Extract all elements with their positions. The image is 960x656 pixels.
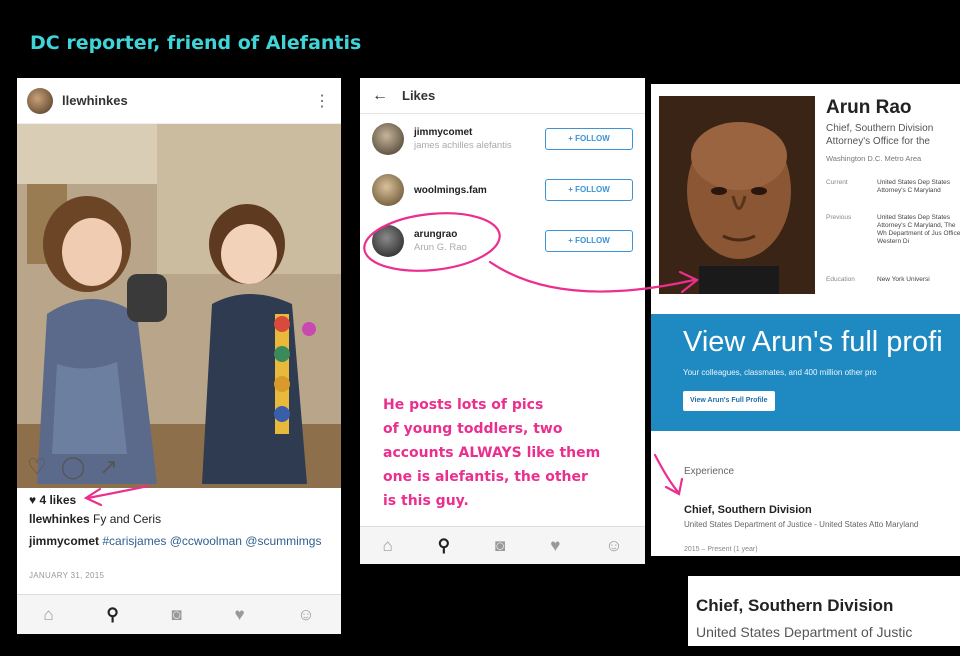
education-label: Education xyxy=(826,276,855,283)
follow-button[interactable]: + FOLLOW xyxy=(545,179,633,201)
like-fullname: james achilles alefantis xyxy=(414,140,512,151)
home-icon[interactable]: ⌂ xyxy=(43,605,53,625)
heart-filled-icon: ♥ xyxy=(29,493,37,507)
search-icon[interactable]: ⚲ xyxy=(106,605,118,625)
list-item: arungrao Arun G. Rao + FOLLOW xyxy=(360,216,645,266)
annotation-line: accounts ALWAYS like them xyxy=(383,445,601,461)
bottom-nav: ⌂ ⚲ ◙ ♥ ☺ xyxy=(17,594,341,634)
profile-headline: Chief, Southern Division Attorney's Offi… xyxy=(826,122,960,148)
profile-name: Arun Rao xyxy=(826,97,912,118)
annotation-line: of young toddlers, two xyxy=(383,421,563,437)
likes-label[interactable]: 4 likes xyxy=(39,493,76,507)
headline-line: Chief, Southern Division xyxy=(826,123,934,134)
profile-icon[interactable]: ☺ xyxy=(297,605,314,625)
camera-icon[interactable]: ◙ xyxy=(495,536,505,556)
home-icon[interactable]: ⌂ xyxy=(382,536,392,556)
like-username[interactable]: arungrao xyxy=(414,229,545,240)
toddlers-photo-illustration xyxy=(17,124,341,488)
back-arrow-icon[interactable]: ← xyxy=(372,87,388,105)
experience-title[interactable]: Chief, Southern Division xyxy=(684,504,812,516)
post-comment: jimmycomet #carisjames @ccwoolman @scumm… xyxy=(29,533,329,550)
avatar[interactable] xyxy=(372,123,404,155)
linkedin-profile-panel: Arun Rao Chief, Southern Division Attorn… xyxy=(651,84,960,556)
like-names: woolmings.fam xyxy=(414,185,545,196)
like-names: jimmycomet james achilles alefantis xyxy=(414,127,545,151)
post-actions: ♡ ◯ ↗ xyxy=(27,454,118,480)
avatar[interactable] xyxy=(372,225,404,257)
banner-text: Your colleagues, classmates, and 400 mil… xyxy=(683,368,877,377)
profile-photo xyxy=(659,96,815,294)
zoomed-title-panel: Chief, Southern Division United States D… xyxy=(688,576,960,646)
post-header: llewhinkes ⋮ xyxy=(17,78,341,124)
profile-photo-illustration xyxy=(659,96,815,294)
camera-icon[interactable]: ◙ xyxy=(171,605,181,625)
heart-icon[interactable]: ♥ xyxy=(550,536,560,556)
caption-username[interactable]: llewhinkes xyxy=(29,512,90,526)
likes-count[interactable]: ♥ 4 likes xyxy=(29,493,76,507)
annotation-line: is this guy. xyxy=(383,493,469,509)
profile-location: Washington D.C. Metro Area xyxy=(826,154,922,163)
post-photo[interactable] xyxy=(17,124,341,488)
current-value[interactable]: United States Dep States Attorney's C Ma… xyxy=(877,179,960,195)
zoom-org: United States Department of Justic xyxy=(696,624,913,640)
like-username[interactable]: woolmings.fam xyxy=(414,185,545,196)
post-date: JANUARY 31, 2015 xyxy=(29,571,105,580)
comment-username[interactable]: jimmycomet xyxy=(29,534,99,548)
post-caption: llewhinkes Fy and Ceris xyxy=(29,512,161,526)
follow-button[interactable]: + FOLLOW xyxy=(545,128,633,150)
annotation-line: He posts lots of pics xyxy=(383,397,544,413)
education-value[interactable]: New York Universi xyxy=(877,276,960,284)
current-label: Current xyxy=(826,179,848,186)
list-item: jimmycomet james achilles alefantis + FO… xyxy=(360,114,645,164)
likes-header: ← Likes xyxy=(360,78,645,114)
more-options-icon[interactable]: ⋮ xyxy=(313,91,331,111)
banner-heading: View Arun's full profi xyxy=(683,326,943,358)
list-item: woolmings.fam + FOLLOW xyxy=(360,165,645,215)
experience-org[interactable]: United States Department of Justice - Un… xyxy=(684,520,960,530)
previous-label: Previous xyxy=(826,214,852,221)
headline-line: Attorney's Office for the xyxy=(826,136,930,147)
search-icon[interactable]: ⚲ xyxy=(438,536,450,556)
annotation-text: He posts lots of pics of young toddlers,… xyxy=(383,393,633,513)
previous-value[interactable]: United States Dep States Attorney's C Ma… xyxy=(877,214,960,246)
heart-icon[interactable]: ♡ xyxy=(27,454,47,480)
like-username[interactable]: jimmycomet xyxy=(414,127,545,138)
heart-icon[interactable]: ♥ xyxy=(234,605,244,625)
share-icon[interactable]: ↗ xyxy=(99,454,117,480)
follow-button[interactable]: + FOLLOW xyxy=(545,230,633,252)
bottom-nav: ⌂ ⚲ ◙ ♥ ☺ xyxy=(360,526,645,564)
annotation-line: one is alefantis, the other xyxy=(383,469,588,485)
caption-text: Fy and Ceris xyxy=(93,512,162,526)
slide-title: DC reporter, friend of Alefantis xyxy=(30,32,362,54)
avatar[interactable] xyxy=(372,174,404,206)
profile-icon[interactable]: ☺ xyxy=(605,536,622,556)
post-username[interactable]: llewhinkes xyxy=(62,93,313,108)
likes-title: Likes xyxy=(402,88,436,103)
view-full-profile-button[interactable]: View Arun's Full Profile xyxy=(683,391,775,411)
full-profile-banner: View Arun's full profi Your colleagues, … xyxy=(651,314,960,431)
comment-icon[interactable]: ◯ xyxy=(61,454,86,480)
zoom-title: Chief, Southern Division xyxy=(696,596,894,615)
experience-date: 2015 – Present (1 year) xyxy=(684,546,758,553)
instagram-post-panel: llewhinkes ⋮ ♡ ◯ ↗ ♥ 4 likes llewhinkes … xyxy=(17,78,341,634)
avatar[interactable] xyxy=(27,87,53,114)
experience-heading: Experience xyxy=(684,466,735,477)
like-fullname: Arun G. Rao xyxy=(414,242,467,253)
like-names: arungrao Arun G. Rao xyxy=(414,229,545,253)
comment-text[interactable]: #carisjames @ccwoolman @scummimgs xyxy=(102,534,321,548)
